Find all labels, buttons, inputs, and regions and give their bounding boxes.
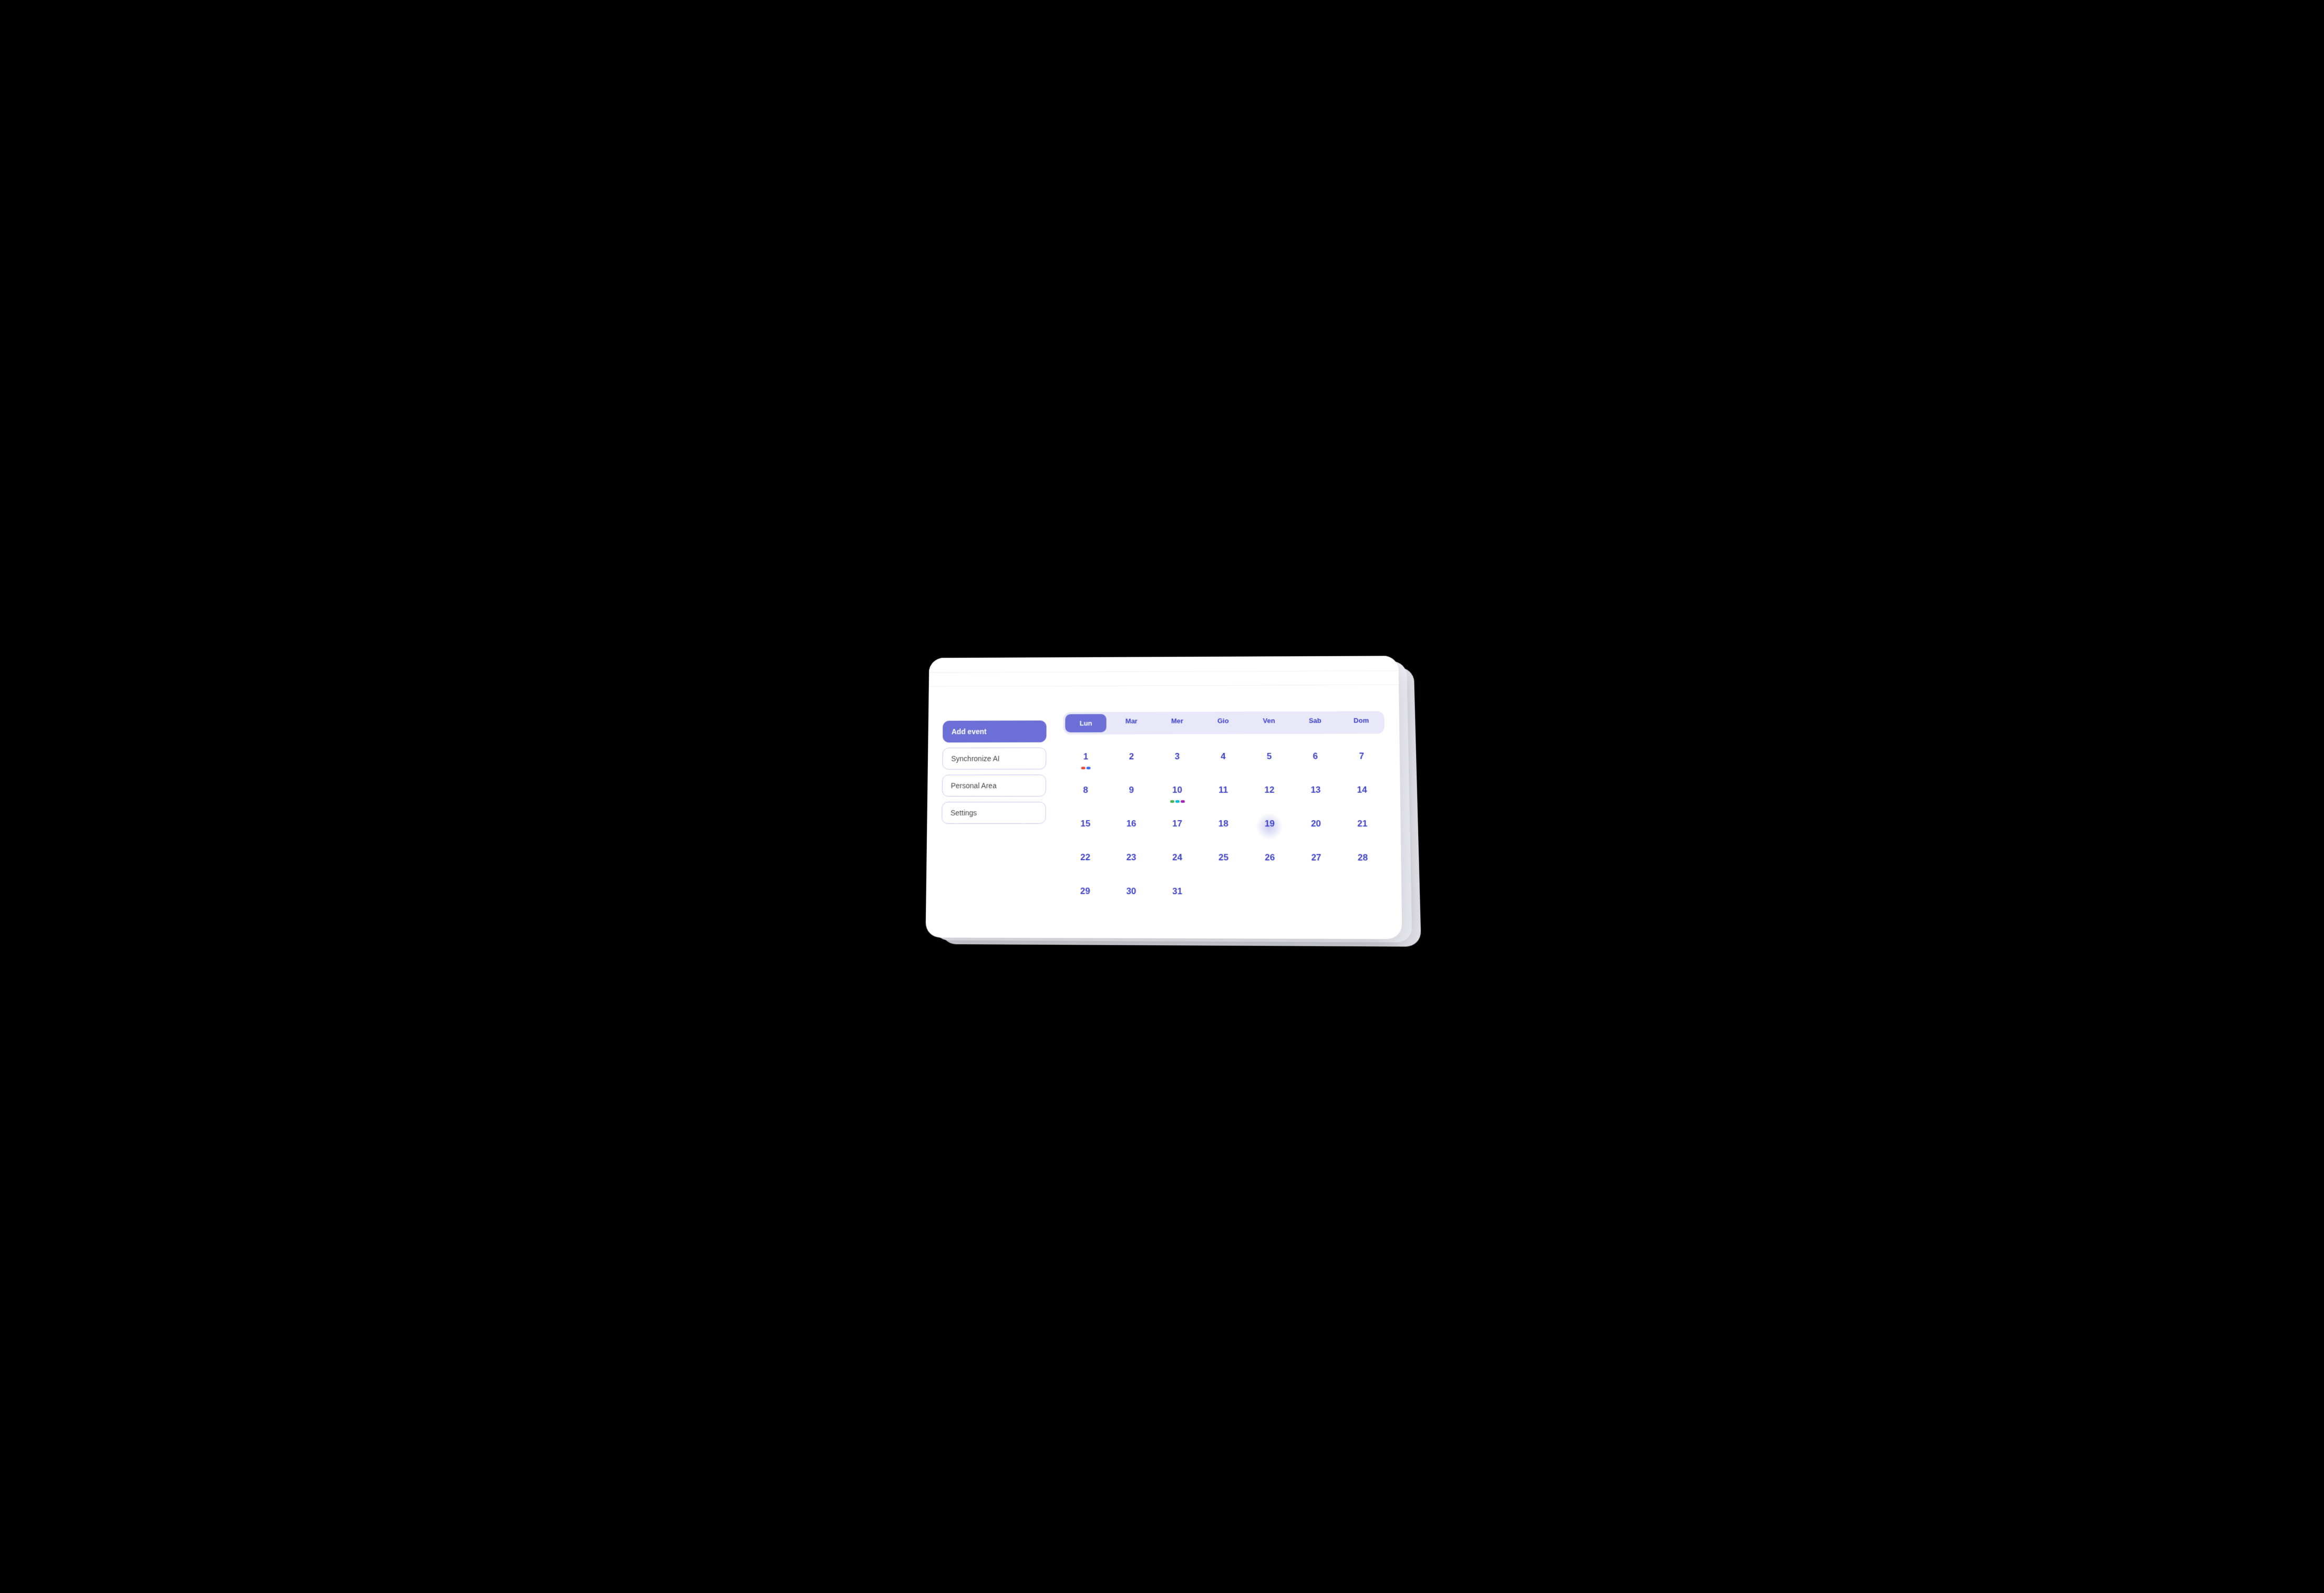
- sidebar-title: [943, 703, 1046, 704]
- perspective-wrapper: Add event Synchronize AI Personal Area S…: [926, 656, 1399, 937]
- day-cell-24[interactable]: 24: [1154, 844, 1200, 876]
- personal-area-button[interactable]: Personal Area: [942, 774, 1046, 796]
- calendar-nav: [1063, 698, 1384, 705]
- sidebar: Add event Synchronize AI Personal Area S…: [940, 699, 1046, 923]
- days-grid: 1234567891011121314151617181920212223242…: [1062, 743, 1387, 911]
- event-dots-10: [1170, 800, 1184, 803]
- next-month-button[interactable]: [1251, 698, 1259, 702]
- top-bar: [929, 656, 1399, 673]
- day-cell-21[interactable]: 21: [1339, 811, 1386, 843]
- day-cell-8[interactable]: 8: [1062, 777, 1108, 809]
- day-cell-7[interactable]: 7: [1338, 743, 1385, 774]
- day-header-sab: Sab: [1292, 711, 1338, 734]
- day-cell-14[interactable]: 14: [1338, 777, 1385, 809]
- day-cell-15[interactable]: 15: [1062, 811, 1108, 842]
- day-cell-16[interactable]: 16: [1108, 811, 1154, 842]
- main-content: Add event Synchronize AI Personal Area S…: [925, 685, 1402, 939]
- day-cell-13[interactable]: 13: [1292, 777, 1339, 809]
- day-cell-18[interactable]: 18: [1200, 811, 1246, 842]
- sidebar-subtitle: [943, 706, 1046, 707]
- day-cell-6[interactable]: 6: [1292, 743, 1338, 775]
- add-event-button[interactable]: Add event: [942, 720, 1046, 742]
- day-cell-27[interactable]: 27: [1293, 844, 1339, 876]
- day-cell-3[interactable]: 3: [1154, 743, 1200, 775]
- day-header-gio: Gio: [1200, 711, 1246, 734]
- day-header-ven: Ven: [1246, 711, 1292, 734]
- day-cell-28[interactable]: 28: [1339, 844, 1386, 876]
- day-header-dom: Dom: [1338, 711, 1385, 734]
- day-cell-12[interactable]: 12: [1246, 777, 1292, 809]
- day-cell-20[interactable]: 20: [1293, 811, 1339, 842]
- day-cell-10[interactable]: 10: [1154, 777, 1200, 809]
- day-cell-9[interactable]: 9: [1108, 777, 1154, 809]
- day-cell-29[interactable]: 29: [1062, 878, 1108, 910]
- event-dots-1: [1081, 767, 1090, 769]
- calendar-area: Lun Mar Mer Gio Ven Sab Dom 123456789101…: [1062, 698, 1387, 924]
- day-cell-5[interactable]: 5: [1246, 743, 1292, 775]
- day-cell-17[interactable]: 17: [1154, 811, 1200, 842]
- day-cell-1[interactable]: 1: [1062, 744, 1108, 775]
- day-cell-26[interactable]: 26: [1246, 844, 1293, 876]
- day-cell-23[interactable]: 23: [1108, 844, 1154, 876]
- day-cell-2[interactable]: 2: [1108, 743, 1154, 775]
- day-cell-19[interactable]: 19: [1246, 811, 1293, 842]
- day-headers: Lun Mar Mer Gio Ven Sab Dom: [1063, 711, 1385, 735]
- settings-button[interactable]: Settings: [942, 802, 1046, 824]
- day-header-lun: Lun: [1065, 714, 1107, 732]
- day-header-mer: Mer: [1154, 712, 1200, 735]
- day-cell-4[interactable]: 4: [1200, 743, 1246, 775]
- day-cell-11[interactable]: 11: [1200, 777, 1246, 809]
- day-header-mar: Mar: [1108, 712, 1154, 735]
- day-cell-31[interactable]: 31: [1154, 878, 1200, 911]
- day-cell-30[interactable]: 30: [1108, 878, 1154, 910]
- synchronize-ai-button[interactable]: Synchronize AI: [942, 748, 1046, 770]
- day-cell-22[interactable]: 22: [1062, 844, 1108, 876]
- day-cell-25[interactable]: 25: [1200, 844, 1246, 876]
- card-stack: Add event Synchronize AI Personal Area S…: [926, 656, 1399, 937]
- prev-month-button[interactable]: [1186, 698, 1195, 702]
- main-card: Add event Synchronize AI Personal Area S…: [925, 656, 1402, 939]
